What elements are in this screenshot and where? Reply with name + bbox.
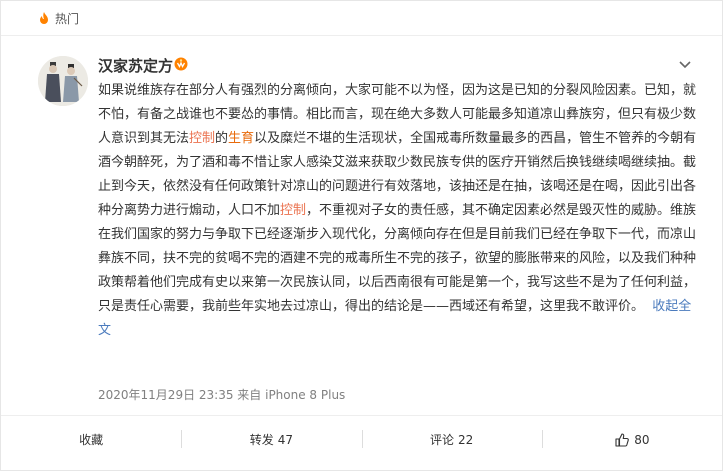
comment-label: 评论: [429, 433, 454, 447]
favorite-label: 收藏: [79, 433, 104, 447]
username[interactable]: 汉家苏定方: [98, 55, 173, 76]
repost-count: 47: [277, 432, 294, 447]
post-text: 如果说维族存在部分人有强烈的分离倾向，大家可能不以为怪，因为这是已知的分裂风险因…: [98, 79, 698, 343]
text-segment: ，不重视对子女的责任感，其不确定因素必然是毁灭性的威胁。维族在我们国家的努力与争…: [98, 203, 697, 314]
hot-label: 热门: [55, 12, 80, 26]
comment-button[interactable]: 评论 22: [361, 416, 542, 463]
weibo-card: 热门 汉家苏定方 如果说维族存在部分人有强烈的分离倾向，大家可能不以为怪，因为这…: [0, 0, 723, 471]
thumbs-up-icon: [615, 432, 630, 447]
post-meta: 2020年11月29日 23:35 来自 iPhone 8 Plus: [98, 388, 346, 402]
like-count: 80: [634, 432, 650, 447]
repost-label: 转发: [249, 433, 274, 447]
text-segment: 的: [215, 131, 229, 146]
comment-count: 22: [457, 432, 474, 447]
fire-icon: [40, 12, 48, 24]
avatar[interactable]: [38, 56, 88, 106]
post-content: 如果说维族存在部分人有强烈的分离倾向，大家可能不以为怪，因为这是已知的分裂风险因…: [98, 79, 698, 343]
avatar-image: [38, 56, 88, 106]
keyword-link[interactable]: 控制: [189, 131, 215, 146]
vip-badge-icon[interactable]: [174, 57, 188, 71]
action-bar: 收藏 转发 47 评论 22 80: [1, 415, 722, 463]
like-button[interactable]: 80: [541, 416, 722, 463]
chevron-down-icon[interactable]: [678, 60, 692, 70]
favorite-button[interactable]: 收藏: [1, 416, 181, 463]
repost-button[interactable]: 转发 47: [181, 416, 361, 463]
keyword-link[interactable]: 生育: [228, 131, 254, 146]
hot-header: 热门: [1, 1, 722, 36]
keyword-link[interactable]: 控制: [280, 203, 306, 218]
